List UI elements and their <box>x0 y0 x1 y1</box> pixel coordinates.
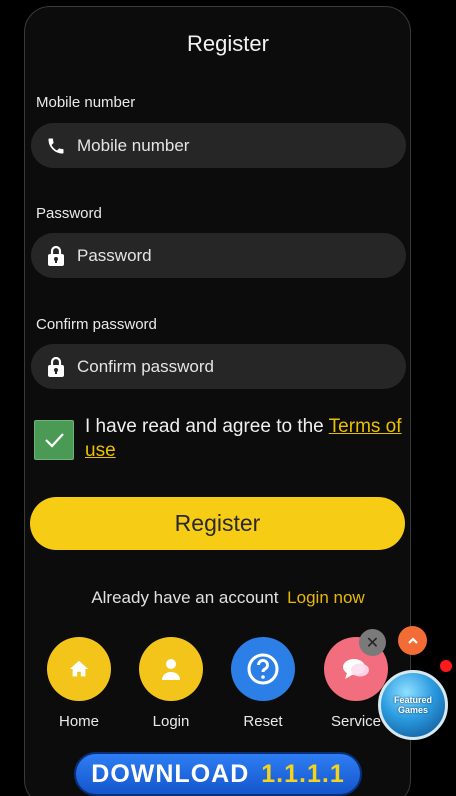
page-title: Register <box>187 31 269 56</box>
shortcut-login[interactable]: Login <box>135 637 207 730</box>
shortcut-reset[interactable]: Reset <box>227 637 299 730</box>
phone-icon <box>45 135 67 157</box>
confirm-password-placeholder: Confirm password <box>77 356 214 376</box>
login-now-link[interactable]: Login now <box>287 588 365 607</box>
login-prompt-text: Already have an account <box>91 588 279 607</box>
shortcut-label: Home <box>58 713 99 730</box>
confirm-password-field[interactable]: Confirm password <box>31 344 406 389</box>
lock-icon <box>45 356 67 378</box>
home-icon <box>47 637 111 701</box>
download-button[interactable]: DOWNLOAD 1.1.1.1 <box>74 752 362 796</box>
register-button[interactable]: Register <box>30 497 405 550</box>
mobile-label: Mobile number <box>36 94 136 111</box>
agree-text: I have read and agree to the Terms of us… <box>85 415 405 463</box>
register-screen: Register Mobile number Mobile number Pas… <box>0 0 456 796</box>
shortcut-label: Reset <box>243 713 283 730</box>
featured-games-badge[interactable]: Featured Games <box>378 670 448 740</box>
login-prompt: Already have an account Login now <box>0 588 456 608</box>
featured-games-text: Featured Games <box>393 695 432 715</box>
password-field[interactable]: Password <box>31 233 406 278</box>
agree-checkbox[interactable] <box>34 420 74 460</box>
shortcut-label: Login <box>152 713 190 730</box>
download-label: DOWNLOAD <box>91 759 250 788</box>
notification-dot <box>440 660 452 672</box>
checkmark-icon <box>45 433 64 448</box>
shortcut-home[interactable]: Home <box>43 637 115 730</box>
lock-icon <box>45 245 67 267</box>
chevron-up-icon[interactable] <box>398 626 427 655</box>
user-icon <box>139 637 203 701</box>
question-icon <box>231 637 295 701</box>
mobile-field[interactable]: Mobile number <box>31 123 406 168</box>
agree-label: I have read and agree to the <box>85 416 329 437</box>
download-version: 1.1.1.1 <box>261 759 345 788</box>
mobile-placeholder: Mobile number <box>77 135 190 155</box>
password-label: Password <box>36 205 102 222</box>
password-placeholder: Password <box>77 245 152 265</box>
confirm-password-label: Confirm password <box>36 316 157 333</box>
close-icon[interactable]: ✕ <box>359 629 386 656</box>
